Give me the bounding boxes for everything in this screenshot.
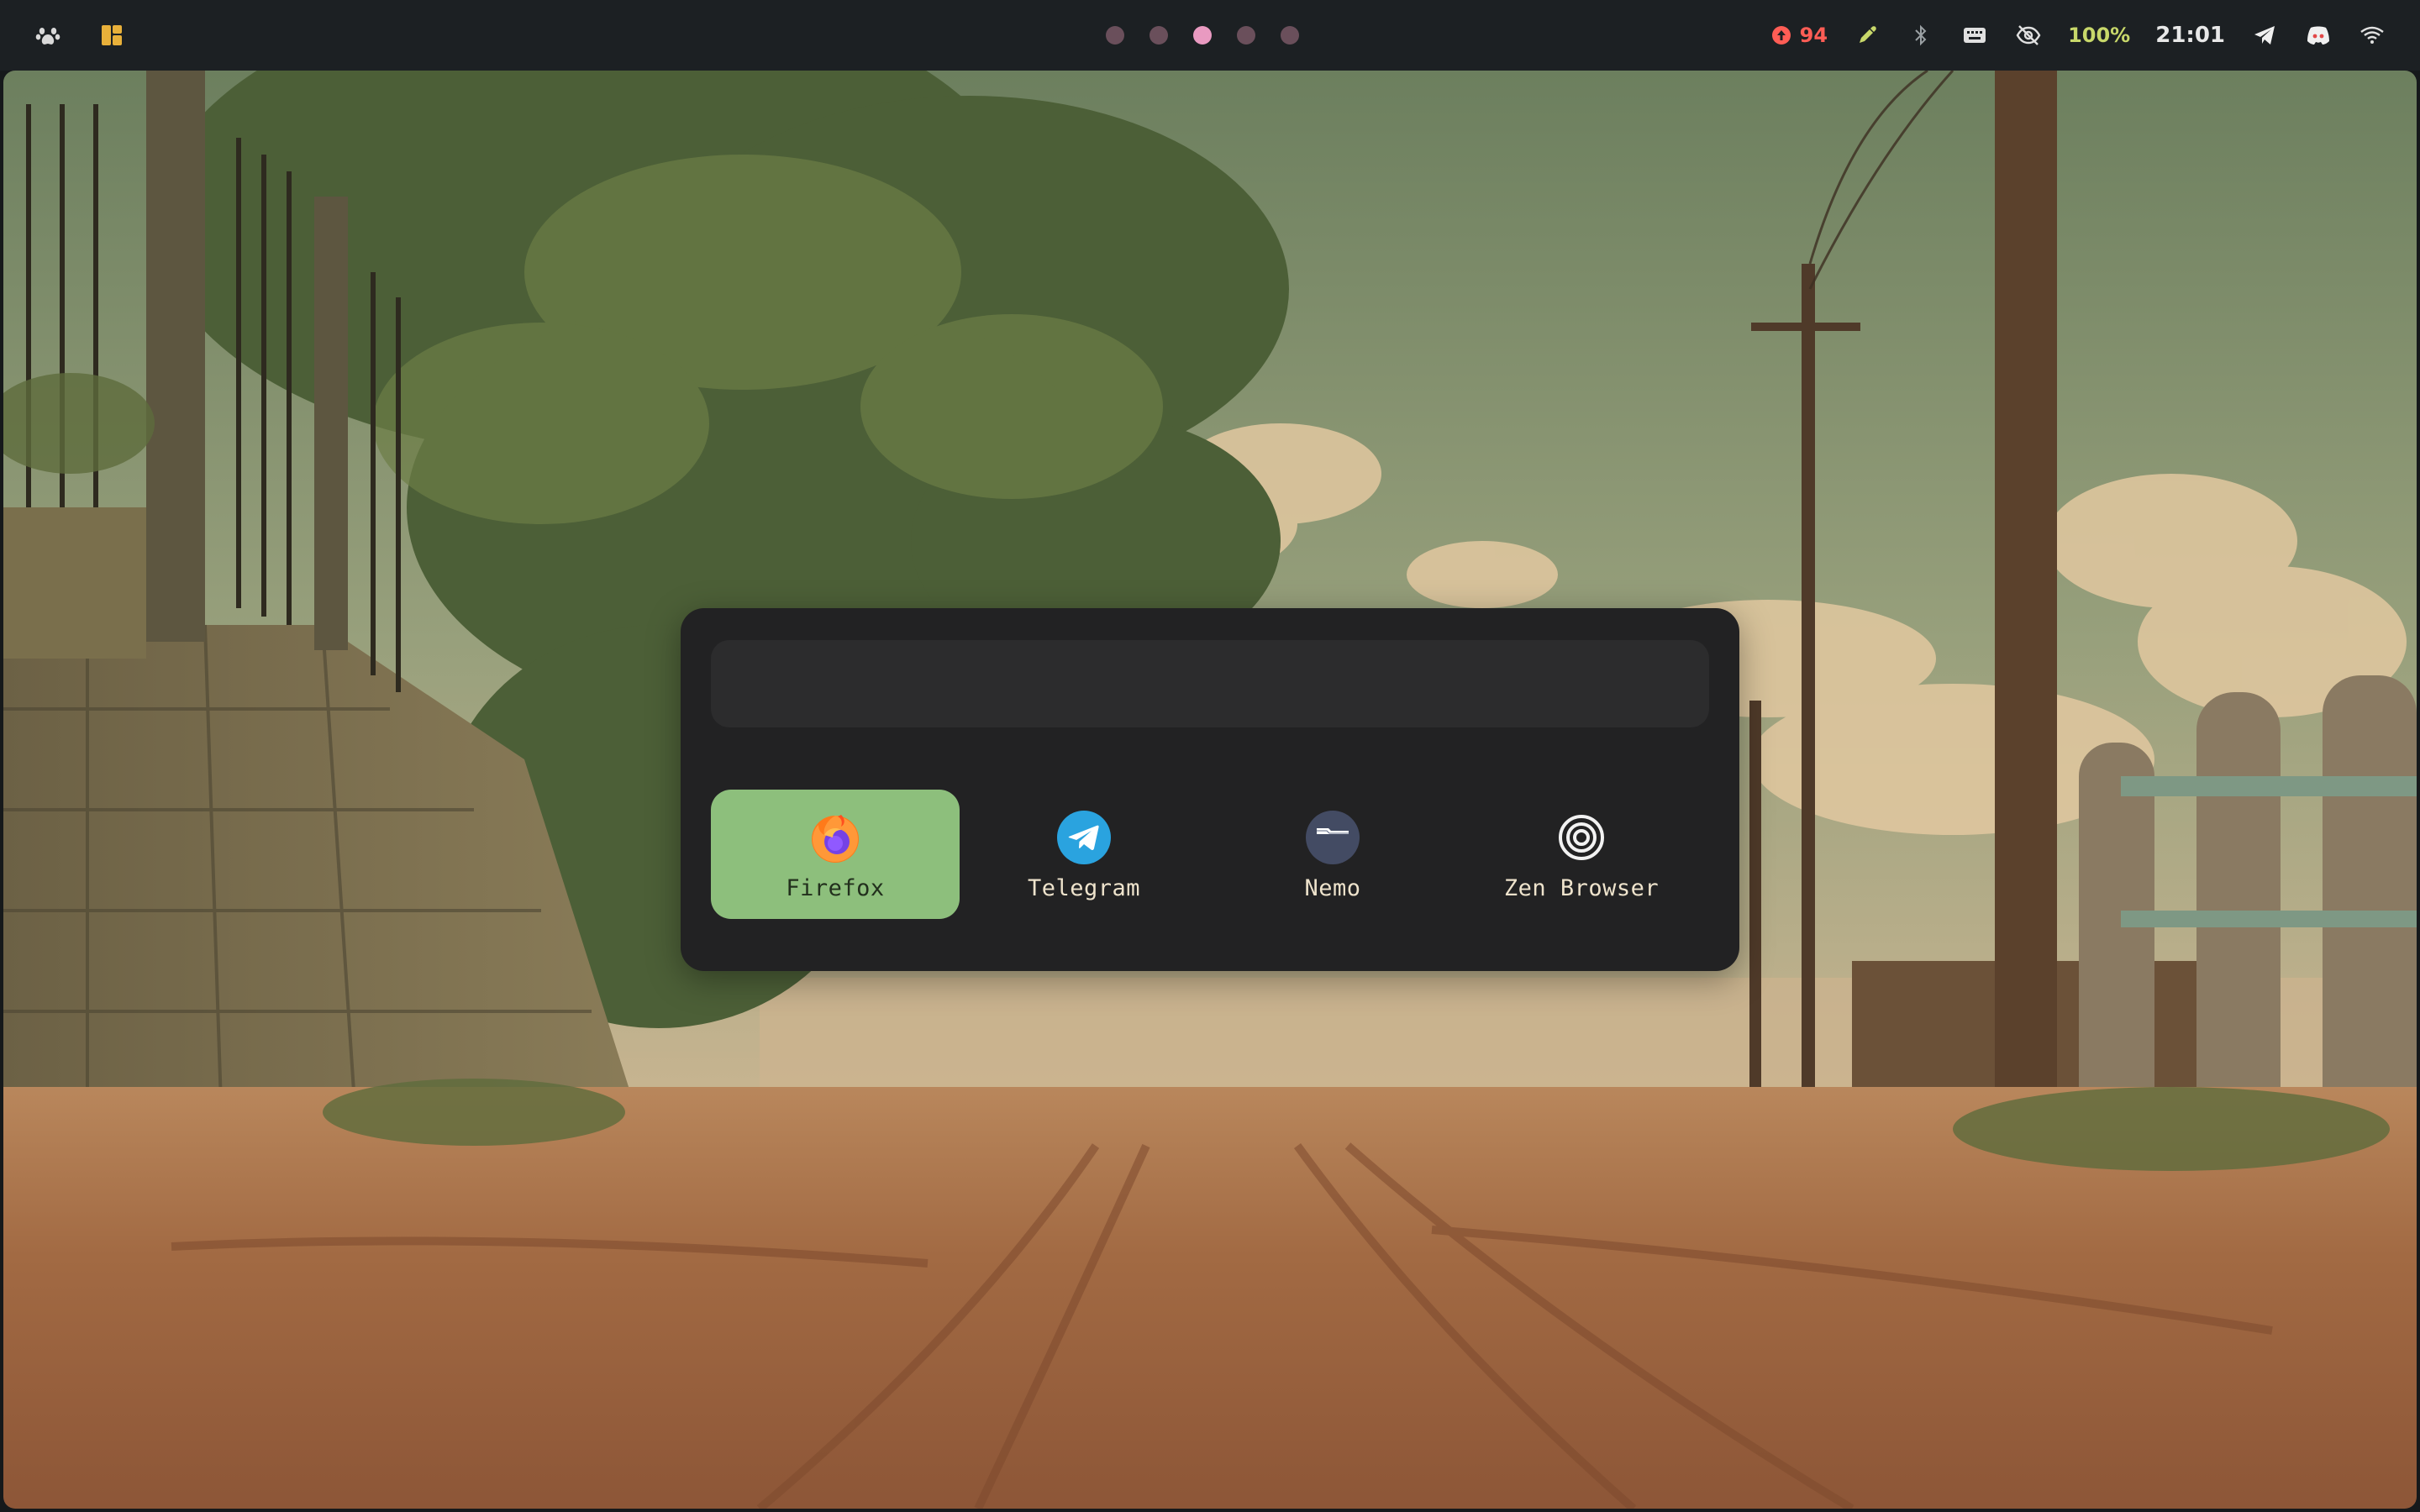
telegram-icon[interactable] [2250,21,2279,50]
paw-icon[interactable] [34,21,62,50]
dashboard-layout-icon[interactable] [97,21,126,50]
discord-icon[interactable] [2304,21,2333,50]
workspace-indicators [1106,0,1299,71]
zen-browser-icon [1554,810,1609,865]
app-label-telegram: Telegram [1027,875,1141,901]
clock[interactable]: 21:01 [2155,23,2225,48]
telegram-app-icon [1056,810,1112,865]
desktop-screen: 94 100% 21:01 Firefox Telegram Nemo Zen … [0,0,2420,1512]
nemo-folder-icon [1305,810,1360,865]
workspace-dot-5[interactable] [1281,26,1299,45]
app-label-zen-browser: Zen Browser [1503,875,1660,901]
app-tile-firefox[interactable]: Firefox [711,790,960,919]
updates-indicator[interactable]: 94 [1771,24,1828,47]
app-label-firefox: Firefox [786,875,885,901]
system-tray: 94 100% 21:01 [1746,0,2386,71]
launcher-app-grid: Firefox Telegram Nemo Zen Browser [711,790,1706,919]
workspace-dot-4[interactable] [1237,26,1255,45]
app-tile-nemo[interactable]: Nemo [1208,790,1457,919]
update-arrow-icon [1771,26,1791,45]
launcher-search-input[interactable] [711,640,1709,727]
workspace-dot-3-active[interactable] [1193,26,1212,45]
color-picker-icon[interactable] [1853,21,1881,50]
eye-off-icon[interactable] [2014,21,2043,50]
workspace-dot-2[interactable] [1150,26,1168,45]
top-bar: 94 100% 21:01 [0,0,2420,71]
updates-count: 94 [1799,24,1828,47]
wifi-icon[interactable] [2358,21,2386,50]
firefox-icon [808,810,863,865]
bluetooth-icon[interactable] [1907,21,1935,50]
app-tile-telegram[interactable]: Telegram [960,790,1208,919]
top-bar-left [34,0,126,71]
app-tile-zen-browser[interactable]: Zen Browser [1457,790,1706,919]
workspace-dot-1[interactable] [1106,26,1124,45]
battery-percentage[interactable]: 100% [2068,24,2130,47]
app-launcher: Firefox Telegram Nemo Zen Browser [681,608,1739,971]
app-label-nemo: Nemo [1304,875,1361,901]
keyboard-icon[interactable] [1960,21,1989,50]
